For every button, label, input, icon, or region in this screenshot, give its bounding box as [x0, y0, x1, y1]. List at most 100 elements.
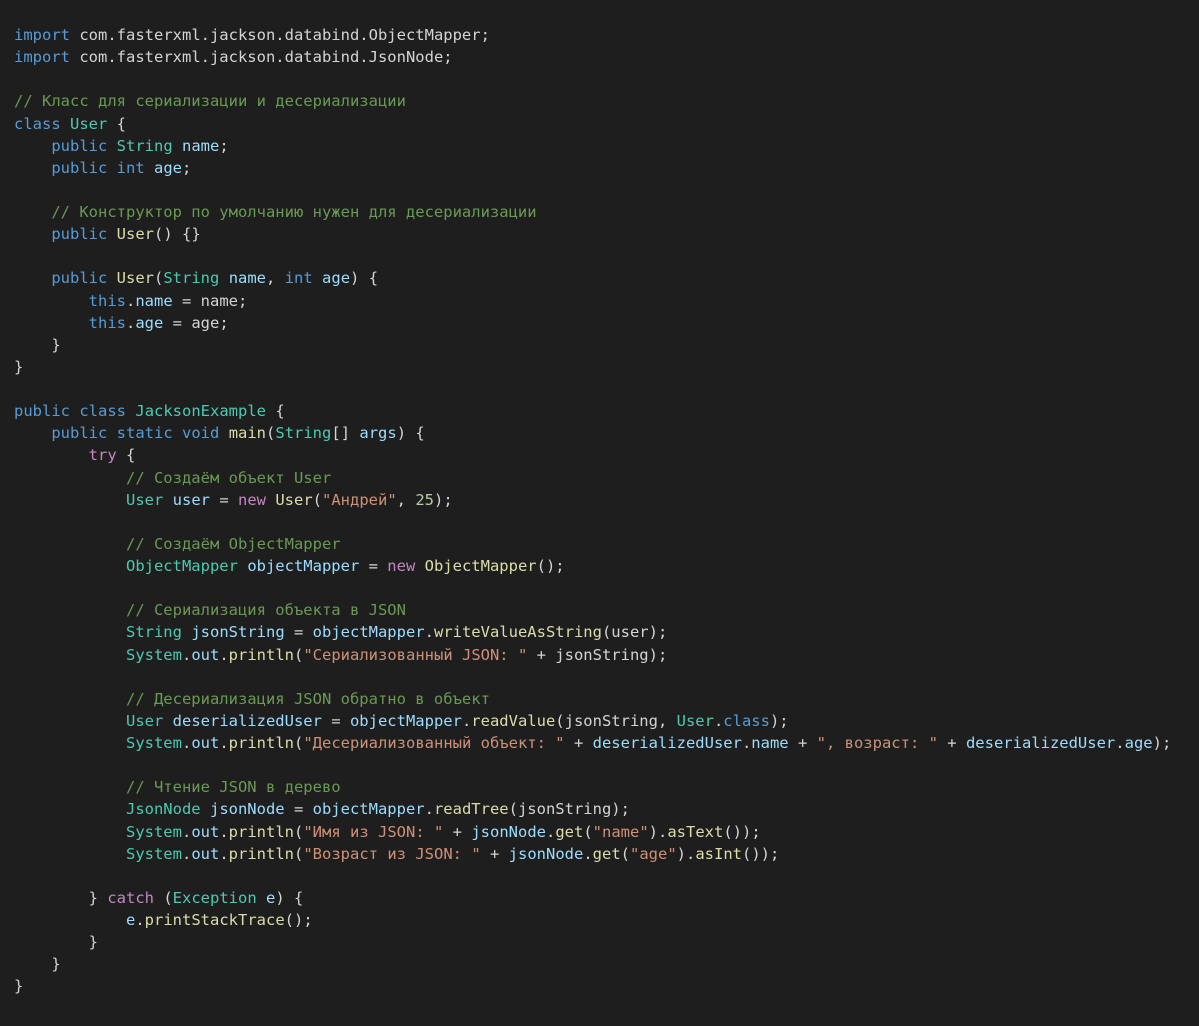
code-token-plain: . [181, 734, 192, 752]
code-token-plain: + [564, 734, 593, 752]
code-token-cmt: // Класс для сериализации и десериализац… [14, 92, 406, 111]
code-token-var: name [751, 734, 789, 752]
code-token-type: String [275, 424, 332, 443]
code-token-kw: int [116, 158, 145, 177]
code-token-plain: ( [294, 822, 304, 841]
code-block[interactable]: import com.fasterxml.jackson.databind.Ob… [14, 24, 1199, 998]
code-token-plain: + jsonString); [527, 645, 668, 664]
code-token-plain: . [135, 911, 145, 929]
code-token-type: System [125, 844, 182, 863]
code-token-plain: ()); [723, 822, 761, 841]
code-token-var: age [135, 313, 164, 332]
code-token-plain: ( [154, 888, 173, 907]
code-token-type: User [125, 490, 164, 509]
code-token-plain: + [788, 734, 817, 752]
code-line: JsonNode jsonNode = objectMapper.readTre… [14, 798, 1199, 820]
code-line: public String name; [14, 135, 1199, 157]
code-line: User user = new User("Андрей", 25); [14, 489, 1199, 511]
code-token-fn: println [228, 734, 294, 752]
code-token-var: objectMapper [312, 623, 425, 642]
code-token-kw: import [14, 26, 70, 44]
code-token-plain: } [14, 888, 108, 907]
code-token-plain: . [424, 623, 434, 642]
code-token-plain: = [284, 623, 313, 642]
code-token-fn: printStackTrace [144, 911, 285, 929]
code-token-plain: ; [182, 158, 192, 177]
code-line: import com.fasterxml.jackson.databind.Ob… [14, 24, 1199, 46]
code-editor[interactable]: import com.fasterxml.jackson.databind.Ob… [0, 0, 1199, 1026]
code-token-type: ObjectMapper [125, 557, 238, 575]
code-token-kw: public [51, 269, 108, 288]
code-token-plain: = [359, 557, 388, 575]
code-token-ctrl: new [387, 557, 416, 575]
code-token-plain: ( [294, 734, 304, 752]
code-token-var: jsonNode [508, 844, 584, 863]
code-line: } catch (Exception e) { [14, 887, 1199, 909]
code-line: System.out.println("Возраст из JSON: " +… [14, 843, 1199, 865]
code-token-fn: println [228, 844, 294, 863]
code-token-kw: this [88, 313, 126, 332]
code-token-kw: this [88, 291, 126, 310]
code-token-plain: = [321, 711, 350, 730]
code-token-var: jsonNode [209, 800, 285, 819]
code-token-plain: . [424, 800, 434, 819]
code-token-ctrl: new [237, 490, 266, 509]
code-token-kw: public [51, 158, 108, 177]
code-token-fn: asText [667, 822, 724, 841]
code-token-plain: . [219, 734, 229, 752]
code-token-var: objectMapper [349, 711, 462, 730]
code-token-str: "Имя из JSON: " [303, 822, 444, 841]
code-token-type: System [125, 822, 182, 841]
code-token-fn: readValue [471, 711, 556, 730]
code-token-str: "Сериализованный JSON: " [303, 645, 528, 664]
code-line: ​ [14, 666, 1199, 688]
code-token-fn: User [116, 269, 154, 288]
code-token-plain: ) { [350, 269, 379, 288]
code-token-ctrl: try [88, 446, 117, 465]
code-token-fn: ObjectMapper [424, 557, 537, 575]
code-token-plain: = name; [172, 291, 248, 310]
code-token-var: deserializedUser [172, 711, 322, 730]
code-line: ​ [14, 577, 1199, 599]
code-token-plain: = age; [163, 313, 229, 332]
code-token-var: e [266, 888, 276, 907]
code-token-plain: . [125, 291, 136, 310]
code-token-var: out [191, 844, 220, 863]
code-token-plain: ( [294, 645, 304, 664]
code-token-plain: } [14, 357, 24, 376]
code-token-type: String [125, 623, 182, 642]
code-token-plain: , [266, 269, 285, 288]
code-token-var: args [359, 424, 397, 443]
code-token-type: JsonNode [125, 800, 201, 819]
code-line: // Десериализация JSON обратно в объект [14, 688, 1199, 710]
code-token-cmt: // Десериализация JSON обратно в объект [125, 689, 490, 708]
code-token-type: String [116, 136, 173, 155]
code-line: class User { [14, 113, 1199, 135]
code-token-plain: (jsonString); [508, 800, 630, 819]
code-line: e.printStackTrace(); [14, 909, 1199, 931]
code-line: // Сериализация объекта в JSON [14, 599, 1199, 621]
code-line: public static void main(String[] args) { [14, 422, 1199, 444]
code-token-plain: ); [769, 711, 789, 730]
code-token-var: jsonString [191, 623, 285, 642]
code-line: public User(String name, int age) { [14, 267, 1199, 289]
code-token-kw: static [116, 424, 173, 443]
